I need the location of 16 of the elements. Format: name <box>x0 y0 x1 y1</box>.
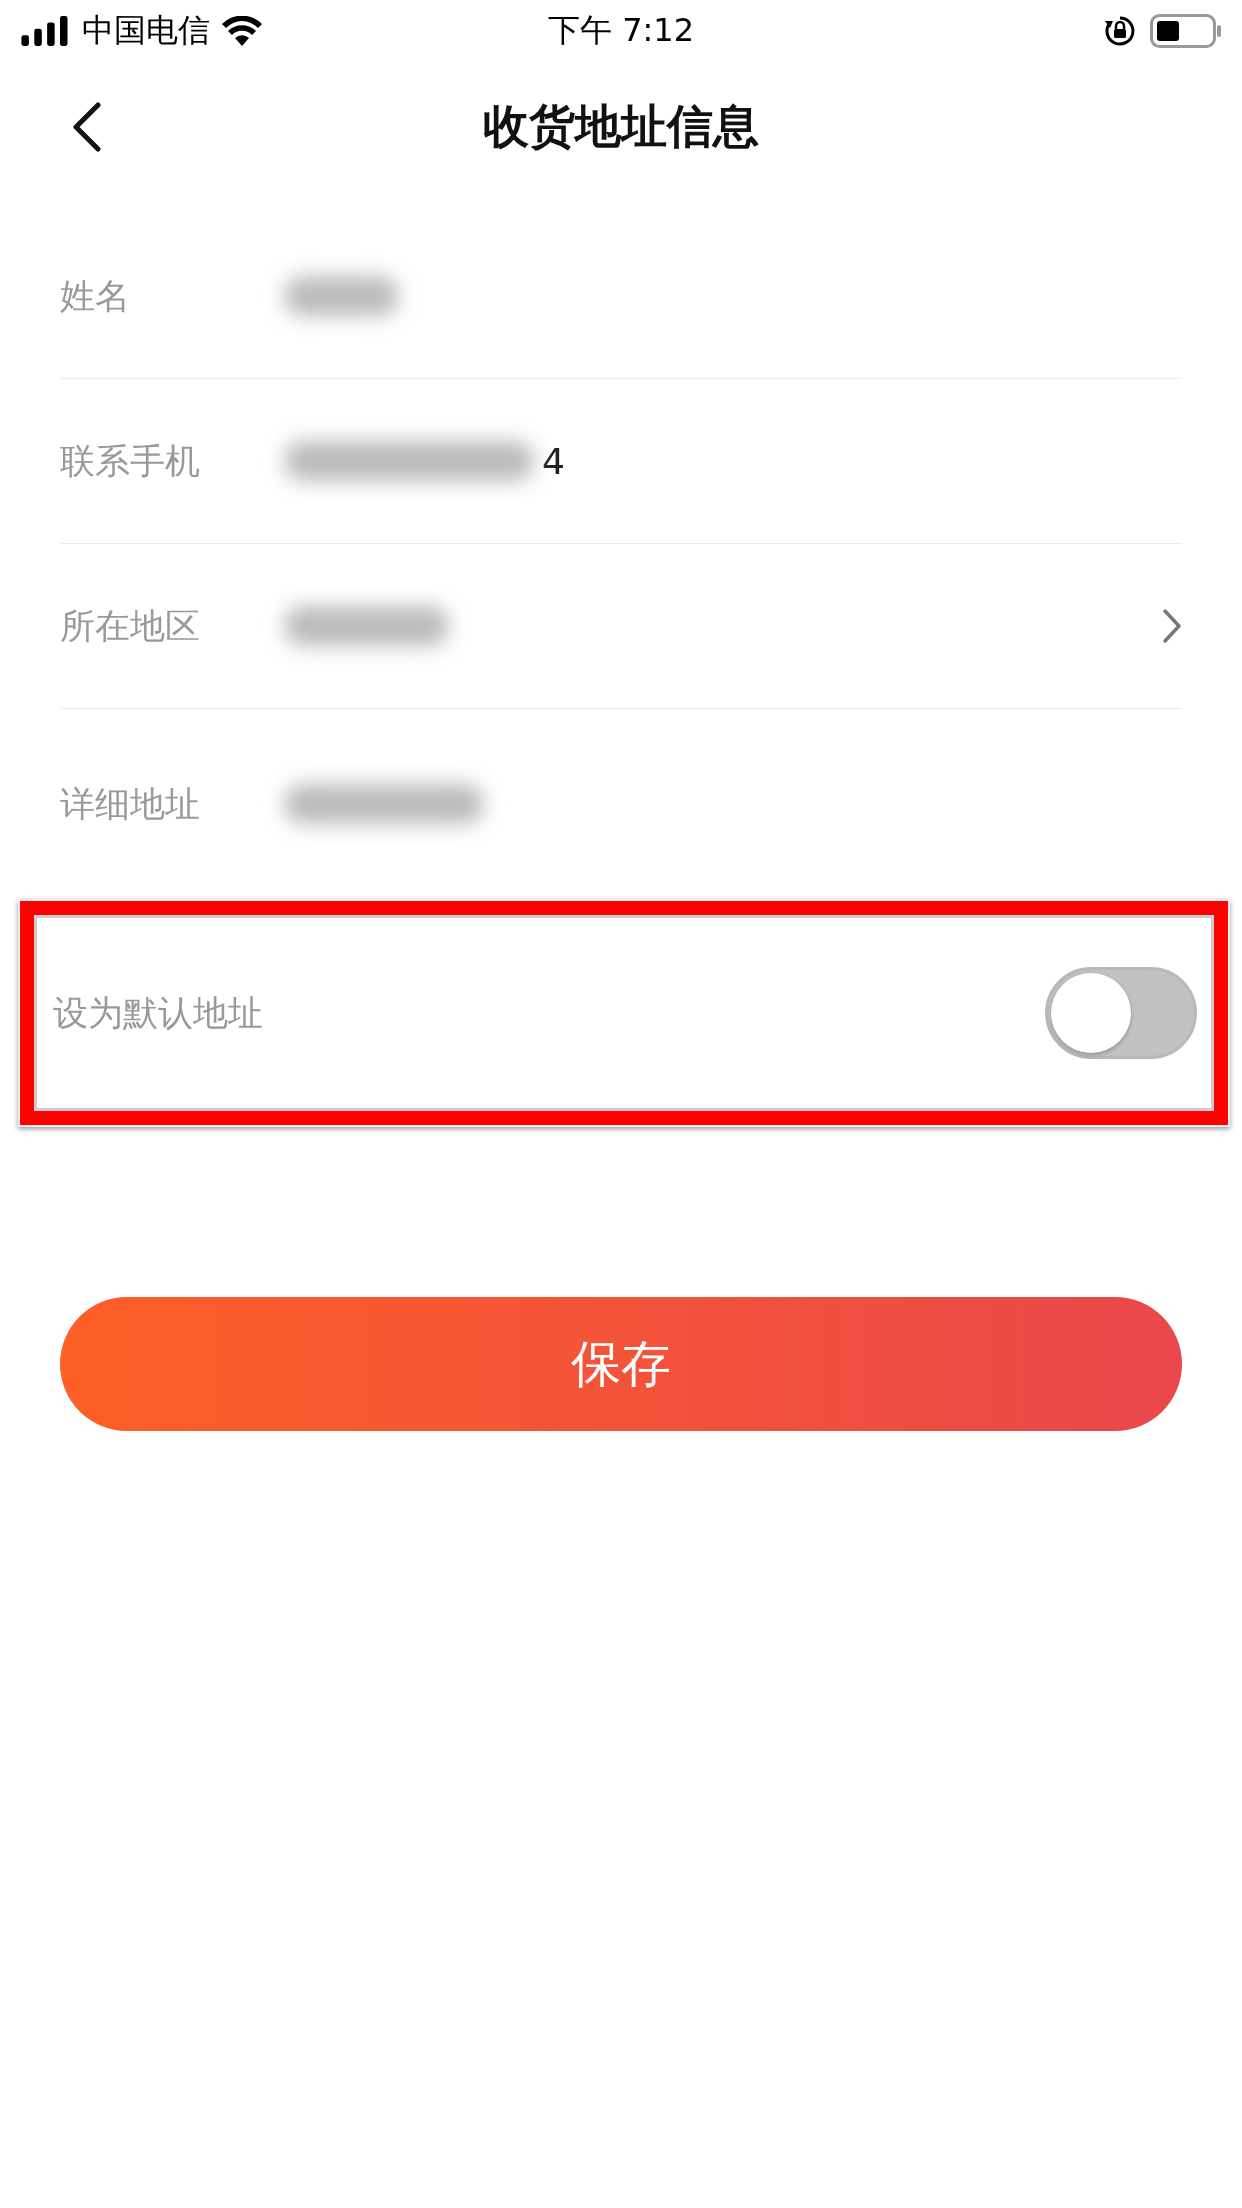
field-label: 姓名 <box>60 274 131 318</box>
wifi-icon <box>222 16 262 46</box>
carrier-name: 中国电信 <box>82 10 210 51</box>
field-value: 4 <box>542 440 565 482</box>
status-time: 下午 7:12 <box>548 10 694 51</box>
field-label: 联系手机 <box>60 439 201 483</box>
field-label: 所在地区 <box>60 604 201 648</box>
battery-icon <box>1150 14 1222 48</box>
field-label: 详细地址 <box>60 782 201 826</box>
default-address-label: 设为默认地址 <box>53 991 264 1035</box>
page-title: 收货地址信息 <box>483 98 759 155</box>
save-button[interactable]: 保存 <box>60 1297 1182 1431</box>
rotation-lock-icon <box>1104 15 1136 47</box>
back-icon[interactable] <box>72 102 102 152</box>
signal-icon <box>20 16 70 46</box>
chevron-right-icon[interactable] <box>1162 608 1182 644</box>
